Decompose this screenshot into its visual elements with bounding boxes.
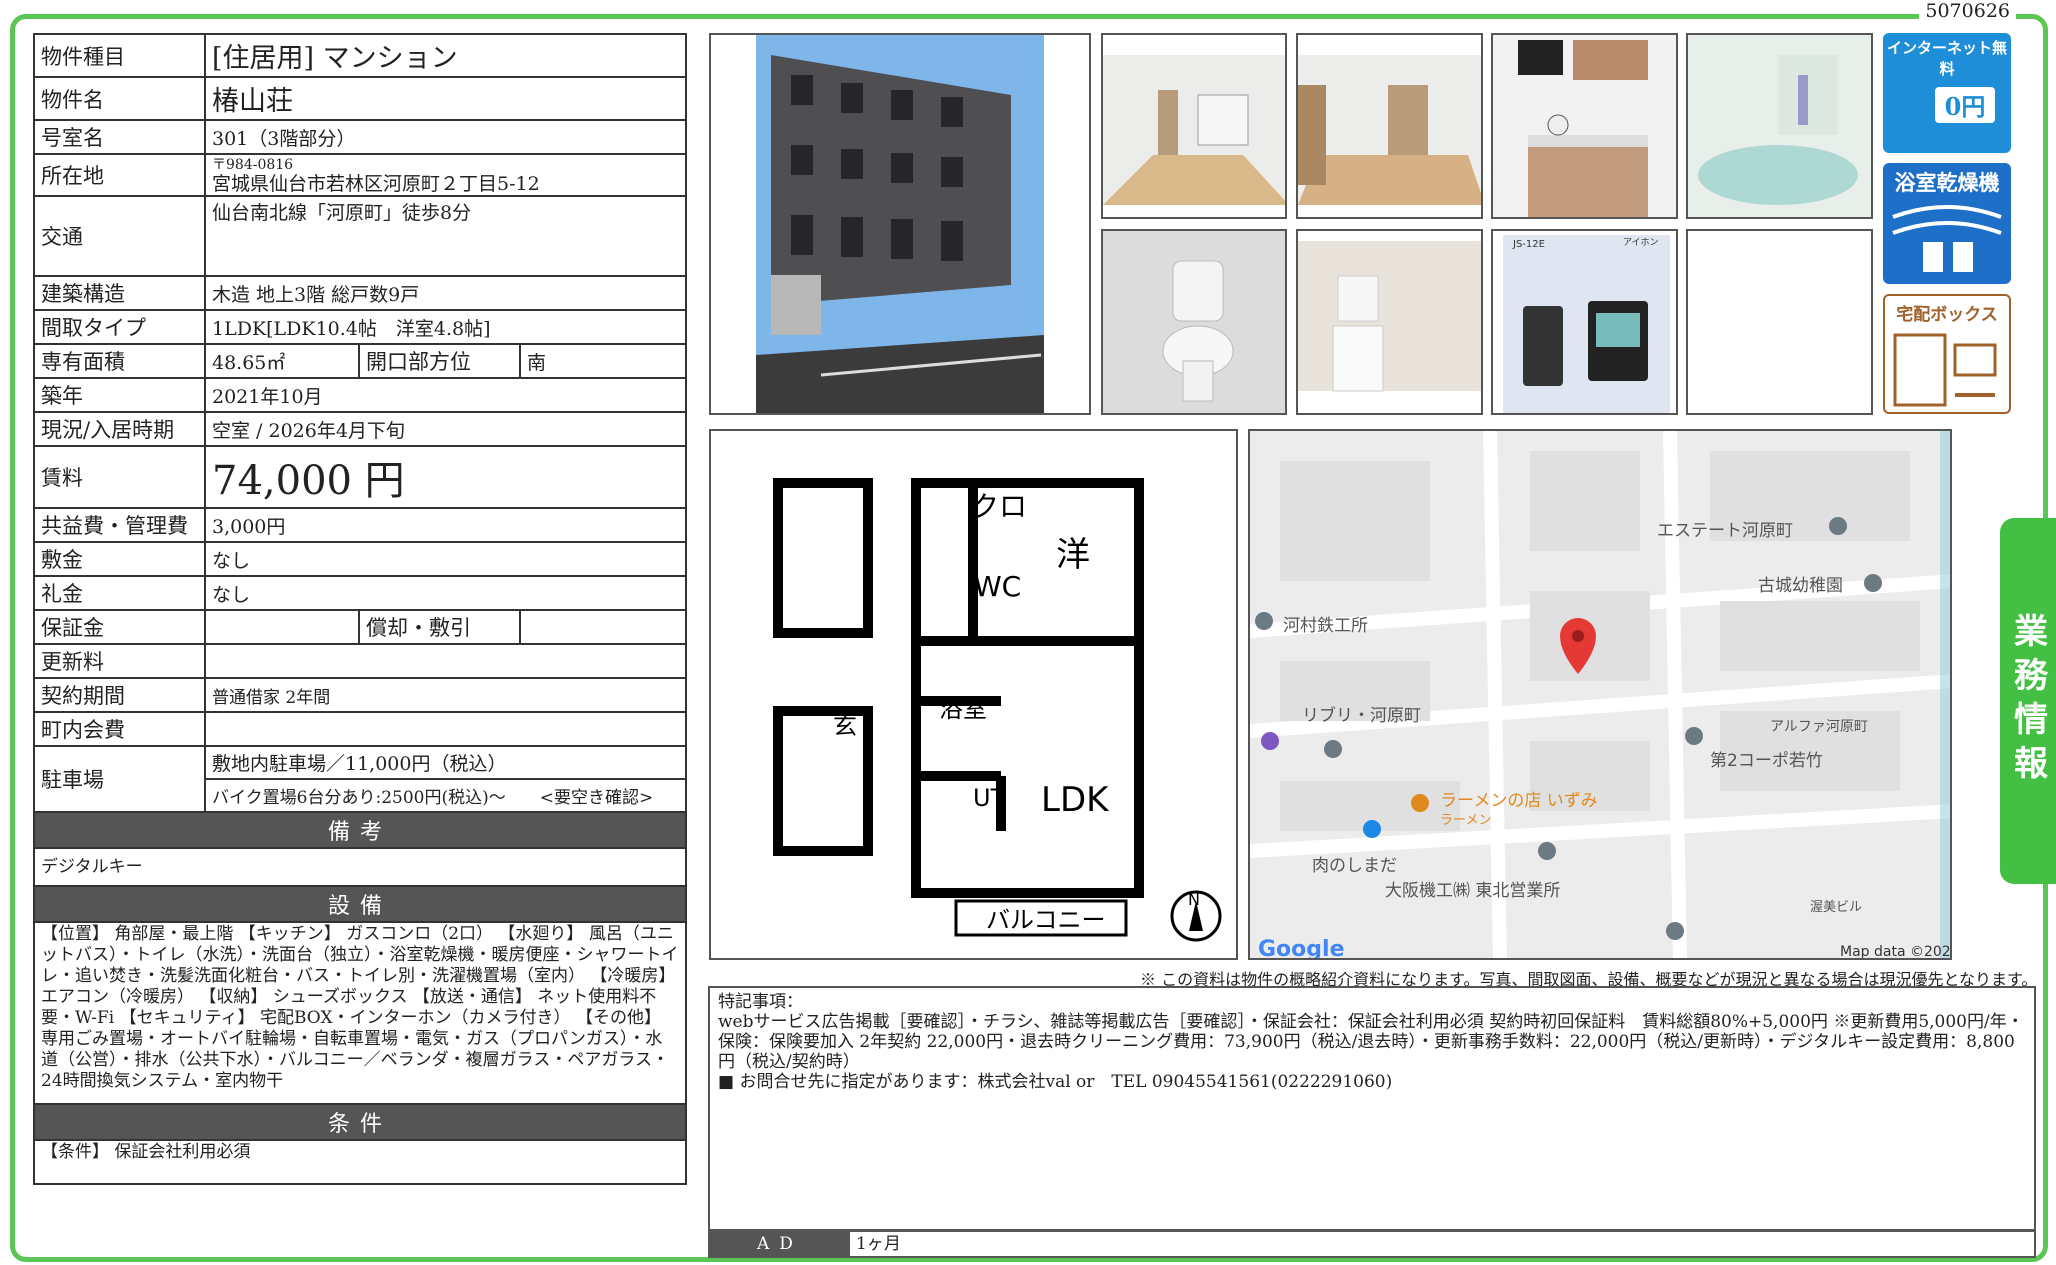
- badge-delivery-box: 宅配ボックス: [1883, 294, 2011, 414]
- kitchen-photo[interactable]: [1491, 33, 1678, 219]
- intercom-photo[interactable]: JS-12E アイホン: [1491, 229, 1678, 415]
- plan-closet: クロ: [971, 490, 1027, 523]
- map-label: 河村鉄工所: [1283, 616, 1368, 636]
- map-label: 肉のしまだ: [1312, 856, 1397, 876]
- plan-balcony: バルコニー: [986, 906, 1106, 934]
- equip-text: 【位置】 角部屋・最上階 【キッチン】 ガスコンロ（2口） 【水廻り】 風呂（ユ…: [33, 921, 687, 1105]
- doc-id: 5070626: [1919, 0, 2016, 22]
- rent-value: 74,000 円: [204, 445, 687, 509]
- toilet-photo[interactable]: [1101, 229, 1287, 415]
- map-label: 大阪機工㈱ 東北営業所: [1385, 881, 1560, 901]
- map-label: 渥美ビル: [1810, 900, 1862, 915]
- plan-ut: UT: [973, 784, 1006, 812]
- map-label: エステート河原町: [1657, 521, 1793, 541]
- empty-photo: [1686, 229, 1873, 415]
- plan-bath: 浴室: [939, 695, 987, 723]
- living-room-photo[interactable]: [1101, 33, 1287, 219]
- map-attribution: Map data ©2021: [1840, 944, 1952, 960]
- map-label: 第2コーポ若竹: [1710, 751, 1823, 771]
- spec-table: 物件種目 [住居用] マンション 物件名 椿山荘 号室名 301（3階部分） 所在地〒…: [33, 33, 687, 1185]
- side-tab[interactable]: 業務情報: [2000, 518, 2056, 884]
- plan-wc: WC: [974, 570, 1021, 603]
- compass-n: N: [1188, 890, 1200, 909]
- intercom-brand: アイホン: [1623, 237, 1659, 248]
- remarks-header: 備考: [33, 811, 687, 849]
- special-notes: 特記事項： webサービス広告掲載［要確認］・チラシ、雑誌等掲載広告［要確認］・…: [708, 986, 2036, 1231]
- name-value: 椿山荘: [204, 76, 687, 121]
- map-label: リブリ・河原町: [1302, 705, 1421, 726]
- intercom-model: JS-12E: [1512, 239, 1545, 250]
- plan-entrance: 玄: [833, 712, 857, 740]
- exterior-photo[interactable]: [709, 33, 1091, 415]
- badge-internet-free: インターネット無料 0円: [1883, 33, 2011, 153]
- washbasin-photo[interactable]: [1296, 229, 1483, 415]
- google-logo: Google: [1258, 937, 1345, 960]
- cond-text: 【条件】 保証会社利用必須: [33, 1139, 687, 1185]
- remarks-text: デジタルキー: [33, 847, 687, 887]
- map[interactable]: エステート河原町 古城幼稚園 河村鉄工所 リブリ・河原町 アルファ河原町 第2コ…: [1248, 429, 1952, 960]
- ad-row: AD 1ヶ月: [708, 1230, 2036, 1258]
- map-label: アルファ河原町: [1770, 719, 1868, 735]
- map-label: 古城幼稚園: [1758, 576, 1843, 596]
- floor-plan: クロ WC 洋 浴室 玄 UT LDK バルコニー N: [709, 429, 1238, 960]
- western-room-photo[interactable]: [1296, 33, 1483, 219]
- map-label: ラーメンの店 いずみ: [1440, 791, 1598, 811]
- badge-bath-dryer: 浴室乾燥機: [1883, 163, 2011, 284]
- bathroom-photo[interactable]: [1686, 33, 1873, 219]
- type-value: [住居用] マンション: [204, 33, 687, 78]
- cond-header: 条件: [33, 1103, 687, 1141]
- equip-header: 設備: [33, 885, 687, 923]
- plan-ldk: LDK: [1041, 780, 1110, 820]
- map-label: ラーメン: [1440, 813, 1491, 828]
- plan-western: 洋: [1056, 535, 1090, 575]
